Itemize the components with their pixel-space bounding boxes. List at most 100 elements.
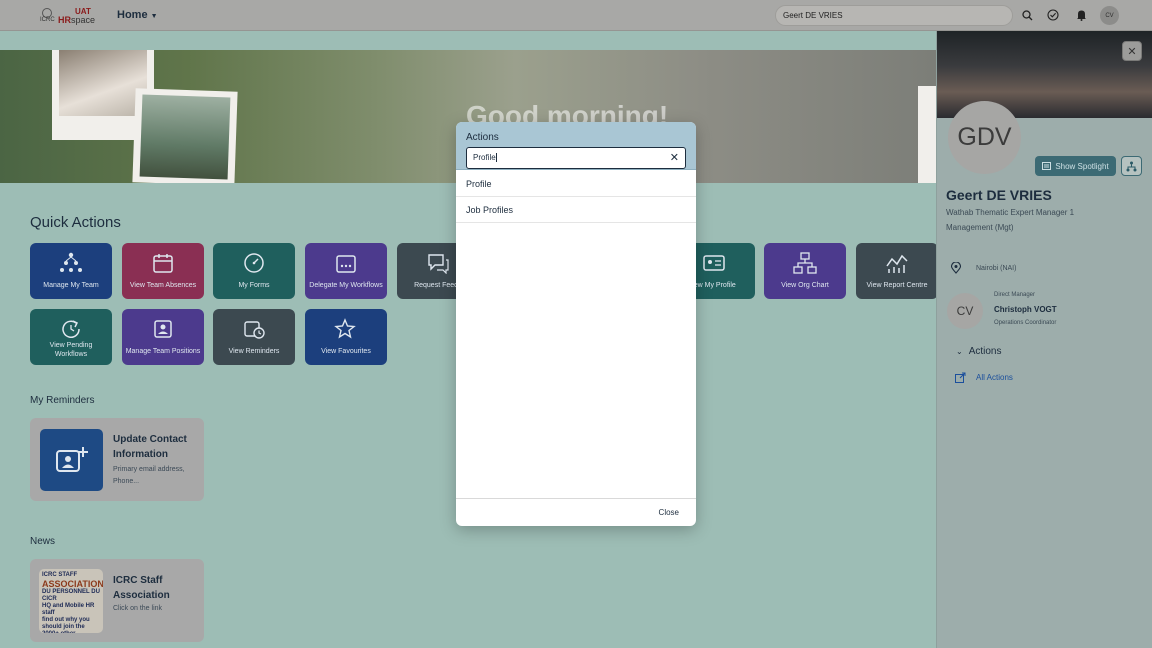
chevron-down-icon: ⌄ [956,347,963,356]
calendar-dots-icon [336,255,356,273]
tile-my-forms[interactable]: My Forms [213,243,295,299]
tile-label: View Favourites [321,348,371,355]
hrspace-logo[interactable]: ICRC UAT HRspace [38,6,98,26]
manager-name[interactable]: Christoph VOGT [994,305,1057,314]
tile-view-pending-workflows[interactable]: View Pending Workflows [30,309,112,365]
tile-label: Manage My Team [43,282,99,289]
gauge-icon [244,253,264,273]
news-img-line5: find out why you should join the 2000+ o… [42,617,90,633]
reminder-card-subtitle: Primary email address, Phone... [113,466,185,485]
tile-label: View Team Absences [129,282,197,289]
actions-search-input[interactable]: Profile ✕ [466,147,686,169]
tile-label: Request Feedb [414,282,462,289]
id-card-icon [703,255,725,271]
checkmark-circle-icon[interactable] [1046,8,1060,22]
tile-manage-my-team[interactable]: Manage My Team [30,243,112,299]
calendar-clock-icon [244,321,265,339]
bell-icon[interactable] [1074,8,1088,22]
profile-side-panel: ✕ GDV Show Spotlight Geert DE VRIES Wath… [936,31,1152,648]
dialog-title: Actions [466,132,499,143]
tile-label: Manage Team Positions [125,348,201,355]
team-hierarchy-icon [60,252,82,272]
tile-label: Delegate My Workflows [309,282,383,289]
news-title: News [30,536,56,547]
logo-hrspace-text: HRspace [58,15,96,25]
tile-label: View Reminders [228,348,280,355]
line-chart-icon [886,254,908,273]
user-avatar-initials: CV [1105,12,1114,19]
refresh-clock-icon [62,320,80,338]
tile-label: View Report Centre [866,282,928,289]
result-item-job-profiles[interactable]: Job Profiles [456,197,696,223]
org-chart-button[interactable] [1121,156,1142,176]
actions-dialog: Actions Profile ✕ Profile Job Profiles C… [456,122,696,526]
org-chart-icon [1126,161,1137,171]
tile-label: View Pending Workflows [49,342,93,358]
feedback-icon [428,254,449,274]
manager-avatar-initials: CV [956,304,974,318]
close-panel-button[interactable]: ✕ [1122,41,1142,61]
profile-department: Management (Mgt) [946,223,1014,232]
news-card-image: ICRC STAFF ASSOCIATION DU PERSONNEL DU C… [39,569,103,633]
show-spotlight-button[interactable]: Show Spotlight [1035,156,1116,176]
reminder-card-title: Update Contact Information [113,434,187,460]
top-bar: ICRC UAT HRspace Home ▼ Geert DE VRIES C… [0,0,1152,31]
tile-label: View Org Chart [781,282,829,289]
result-item-profile[interactable]: Profile [456,171,696,197]
home-menu-button[interactable]: Home ▼ [117,9,158,21]
caret-down-icon: ▼ [150,13,158,20]
news-card-title: ICRC Staff Association [113,575,170,601]
global-search-value: Geert DE VRIES [783,11,843,20]
actions-search-value: Profile [473,153,496,162]
close-icon: ✕ [1127,45,1137,58]
profile-name: Geert DE VRIES [946,187,1052,203]
tile-view-team-absences[interactable]: View Team Absences [122,243,204,299]
profile-avatar-initials: GDV [957,123,1012,151]
dialog-footer: Close [456,498,696,526]
profile-job-title: Wathab Thematic Expert Manager 1 [946,208,1075,217]
dialog-close-button[interactable]: Close [659,508,679,517]
org-chart-icon [793,252,817,274]
news-img-line2: ASSOCIATION [42,579,103,589]
calendar-icon [153,254,173,273]
banner-photo-3 [918,86,936,183]
user-avatar[interactable]: CV [1100,6,1119,25]
logo-icrc-text: ICRC [40,17,55,23]
global-search-input[interactable]: Geert DE VRIES [775,5,1013,26]
tile-view-org-chart[interactable]: View Org Chart [764,243,846,299]
clear-search-icon[interactable]: ✕ [670,151,679,164]
news-card[interactable]: ICRC STAFF ASSOCIATION DU PERSONNEL DU C… [30,559,204,642]
actions-section-title: Actions [968,346,1002,357]
star-list-icon [334,318,356,339]
news-img-line1: ICRC STAFF [42,572,78,578]
actions-section-toggle[interactable]: ⌄ Actions [956,346,1002,357]
tile-manage-team-positions[interactable]: Manage Team Positions [122,309,204,365]
news-img-line3: DU PERSONNEL DU CICR [42,589,100,602]
news-img-line4: HQ and Mobile HR staff [42,603,95,616]
manager-label: Direct Manager [994,292,1036,298]
profile-location: Nairobi (NAI) [976,265,1017,272]
news-card-subtitle: Click on the link [113,605,163,612]
banner-photo-2 [132,88,238,183]
reminder-card[interactable]: Update Contact Information Primary email… [30,418,204,501]
show-spotlight-label: Show Spotlight [1055,161,1109,171]
all-actions-link[interactable]: All Actions [955,372,1013,383]
person-badge-icon [154,320,172,338]
add-contact-icon [40,429,103,491]
profile-avatar: GDV [948,101,1021,174]
tile-view-reminders[interactable]: View Reminders [213,309,295,365]
external-link-icon [955,372,966,383]
home-menu-label: Home [117,9,148,21]
tile-view-favourites[interactable]: View Favourites [305,309,387,365]
tile-view-report-centre[interactable]: View Report Centre [856,243,938,299]
manager-role: Operations Coordinator [994,320,1057,326]
manager-avatar[interactable]: CV [947,293,983,329]
tile-delegate-my-workflows[interactable]: Delegate My Workflows [305,243,387,299]
location-pin-icon [951,262,961,274]
quick-actions-title: Quick Actions [30,214,121,231]
spotlight-icon [1042,162,1052,170]
tile-label: iew My Profile [692,282,736,289]
search-icon[interactable] [1020,8,1034,22]
reminders-title: My Reminders [30,395,95,406]
tile-label: My Forms [238,282,270,289]
